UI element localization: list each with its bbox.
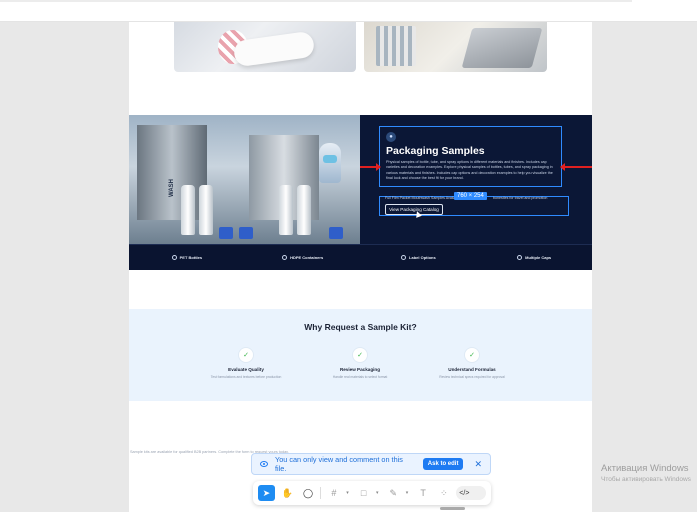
feature-item: HDPE Containers <box>245 245 361 270</box>
circle-check-icon <box>171 255 177 260</box>
frame-icon[interactable]: # <box>325 485 342 501</box>
blue-cap-shape <box>219 227 233 239</box>
components-icon[interactable]: ⁘ <box>435 485 452 501</box>
view-only-message: You can only view and comment on this fi… <box>275 455 403 473</box>
bottle-shape <box>181 185 195 235</box>
feature-label: HDPE Containers <box>290 255 324 260</box>
circle-check-icon <box>401 255 407 260</box>
cursor-icon[interactable]: ➤ <box>258 485 275 501</box>
check-icon: ✓ <box>465 348 479 362</box>
lab-image <box>364 22 547 72</box>
bottle-shape <box>199 185 213 235</box>
factory-photo: WASH <box>129 115 360 244</box>
text-icon[interactable]: T <box>415 485 432 501</box>
packaging-description: Physical samples of bottle, tube, and sp… <box>386 160 553 181</box>
bottle-shape <box>279 185 293 235</box>
dev-mode-toggle[interactable]: </> <box>456 486 486 500</box>
chevron-down-icon[interactable]: ▾ <box>406 490 411 496</box>
chevron-down-icon[interactable]: ▾ <box>376 490 381 496</box>
why-item: ✓ Understand Formulas Review technical s… <box>412 348 532 379</box>
horizontal-scrollbar[interactable] <box>440 507 465 510</box>
page-canvas: WASH ● Packaging Samples Physical sample… <box>129 22 592 512</box>
close-icon[interactable]: ✕ <box>474 459 482 470</box>
comment-icon[interactable]: ◯ <box>300 485 317 501</box>
left-arrow-annotation <box>360 163 381 171</box>
feature-label: Label Options <box>409 255 436 260</box>
view-only-notice: You can only view and comment on this fi… <box>251 453 491 475</box>
bottle-shape <box>297 185 311 235</box>
top-bar <box>0 0 697 22</box>
right-arrow-annotation <box>560 163 592 171</box>
hand-icon[interactable]: ✋ <box>279 485 296 501</box>
feature-bar: PET Bottles HDPE Containers Label Option… <box>129 244 592 270</box>
dev-mode-icon: </> <box>459 489 470 497</box>
check-icon: ✓ <box>239 348 253 362</box>
windows-activation-subtitle: Чтобы активировать Windows <box>601 476 691 483</box>
top-bar-line <box>0 0 632 2</box>
why-item: ✓ Evaluate Quality Test formulations and… <box>186 348 306 379</box>
why-section: Why Request a Sample Kit? ✓ Evaluate Qua… <box>129 309 592 401</box>
windows-activation-title: Активация Windows <box>601 463 689 474</box>
toothpaste-image <box>174 22 356 72</box>
rectangle-icon[interactable]: □ <box>355 485 372 501</box>
ask-to-edit-button[interactable]: Ask to edit <box>422 458 464 470</box>
vials-shape <box>376 26 416 66</box>
why-item-title: Review Packaging <box>339 367 381 372</box>
feature-item: PET Bottles <box>129 245 245 270</box>
chevron-down-icon[interactable]: ▾ <box>346 490 351 496</box>
packaging-title: Packaging Samples <box>386 145 485 157</box>
info-badge-icon: ● <box>386 132 396 142</box>
worker-shape <box>319 143 341 183</box>
feature-item: Label Options <box>361 245 477 270</box>
feature-label: Multiple Caps <box>525 255 552 260</box>
laptop-shape <box>461 28 543 68</box>
selection-text-left: Full Film Packet Mouthwash Samples Avail… <box>385 196 461 200</box>
circle-check-icon <box>282 255 288 260</box>
pen-icon[interactable]: ✎ <box>385 485 402 501</box>
eye-icon <box>260 461 268 467</box>
why-item-subtitle: Test formulations and textures before pr… <box>210 375 282 379</box>
dimension-badge: 760 × 254 <box>454 192 487 200</box>
why-item: ✓ Review Packaging Handle real materials… <box>300 348 420 379</box>
circle-check-icon <box>517 255 523 260</box>
check-icon: ✓ <box>353 348 367 362</box>
toolbar-divider <box>320 487 322 499</box>
packaging-info-card[interactable]: ● Packaging Samples Physical samples of … <box>379 126 562 187</box>
why-item-subtitle: Handle real materials to select format <box>332 375 388 379</box>
selection-text-right: bonestles for travel and promotion <box>493 196 548 200</box>
bottom-toolbar: ➤ ✋ ◯ # ▾ □ ▾ ✎ ▾ T ⁘ </> <box>253 481 491 505</box>
why-item-title: Evaluate Quality <box>228 367 264 372</box>
feature-item: Multiple Caps <box>476 245 592 270</box>
why-item-title: Understand Formulas <box>448 367 496 372</box>
bottle-label: WASH <box>169 179 175 197</box>
why-title: Why Request a Sample Kit? <box>304 322 417 332</box>
blue-cap-shape <box>239 227 253 239</box>
worker-mask-shape <box>323 155 337 163</box>
machine-shape <box>137 125 207 220</box>
feature-label: PET Bottles <box>179 255 203 260</box>
packaging-banner[interactable]: WASH ● Packaging Samples Physical sample… <box>129 115 592 270</box>
blue-cap-shape <box>329 227 343 239</box>
why-item-subtitle: Review technical specs required for appr… <box>439 375 505 379</box>
